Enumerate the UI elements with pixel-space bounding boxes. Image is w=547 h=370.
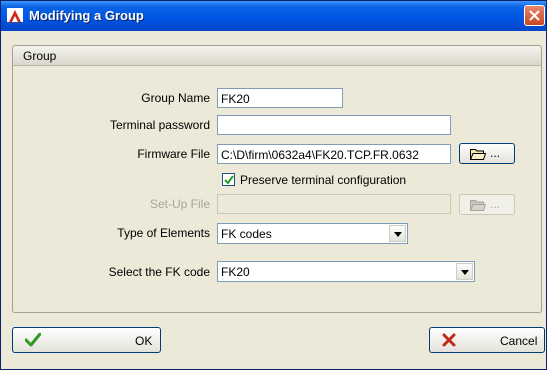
preserve-config-checkbox[interactable] xyxy=(222,173,235,186)
type-of-elements-value: FK codes xyxy=(221,227,272,241)
window-title: Modifying a Group xyxy=(29,8,144,23)
dialog-window: Modifying a Group Group Group Name FK20 … xyxy=(0,0,547,370)
firmware-file-field[interactable]: C:\D\firm\0632a4\FK20.TCP.FR.0632 xyxy=(217,144,451,164)
type-of-elements-label: Type of Elements xyxy=(117,226,210,240)
fk-code-select[interactable]: FK20 xyxy=(217,261,475,282)
terminal-password-field[interactable] xyxy=(217,115,451,135)
cancel-button-label: Cancel xyxy=(500,334,538,348)
app-icon xyxy=(7,8,23,24)
firmware-browse-button[interactable]: ... xyxy=(459,143,515,164)
firmware-file-label: Firmware File xyxy=(137,147,210,161)
setup-file-field xyxy=(217,194,451,214)
chevron-down-icon xyxy=(461,270,469,275)
title-bar[interactable]: Modifying a Group xyxy=(1,1,546,31)
group-header-label: Group xyxy=(23,49,57,63)
ok-button-label: OK xyxy=(135,334,153,348)
setup-browse-button: ... xyxy=(459,194,515,215)
dropdown-arrow[interactable] xyxy=(456,263,473,280)
group-header[interactable]: Group xyxy=(13,46,541,66)
browse-dots: ... xyxy=(490,197,501,211)
x-mark-icon xyxy=(442,333,456,347)
ok-button[interactable]: OK xyxy=(12,327,161,353)
preserve-config-label[interactable]: Preserve terminal configuration xyxy=(240,173,406,187)
check-icon xyxy=(224,175,234,185)
checkmark-icon xyxy=(25,333,41,347)
terminal-password-label: Terminal password xyxy=(109,118,210,132)
fk-code-value: FK20 xyxy=(221,265,250,279)
close-icon xyxy=(529,10,540,21)
group-name-label: Group Name xyxy=(141,91,210,105)
cancel-button[interactable]: Cancel xyxy=(429,327,545,353)
dropdown-arrow[interactable] xyxy=(389,225,406,242)
select-fk-code-label: Select the FK code xyxy=(108,265,210,279)
type-of-elements-select[interactable]: FK codes xyxy=(217,223,408,244)
folder-open-icon xyxy=(470,149,486,160)
setup-file-label: Set-Up File xyxy=(149,197,210,211)
folder-open-icon xyxy=(470,200,486,211)
browse-dots: ... xyxy=(490,146,501,160)
close-button[interactable] xyxy=(524,5,545,26)
chevron-down-icon xyxy=(394,232,402,237)
group-name-field[interactable]: FK20 xyxy=(217,88,343,108)
